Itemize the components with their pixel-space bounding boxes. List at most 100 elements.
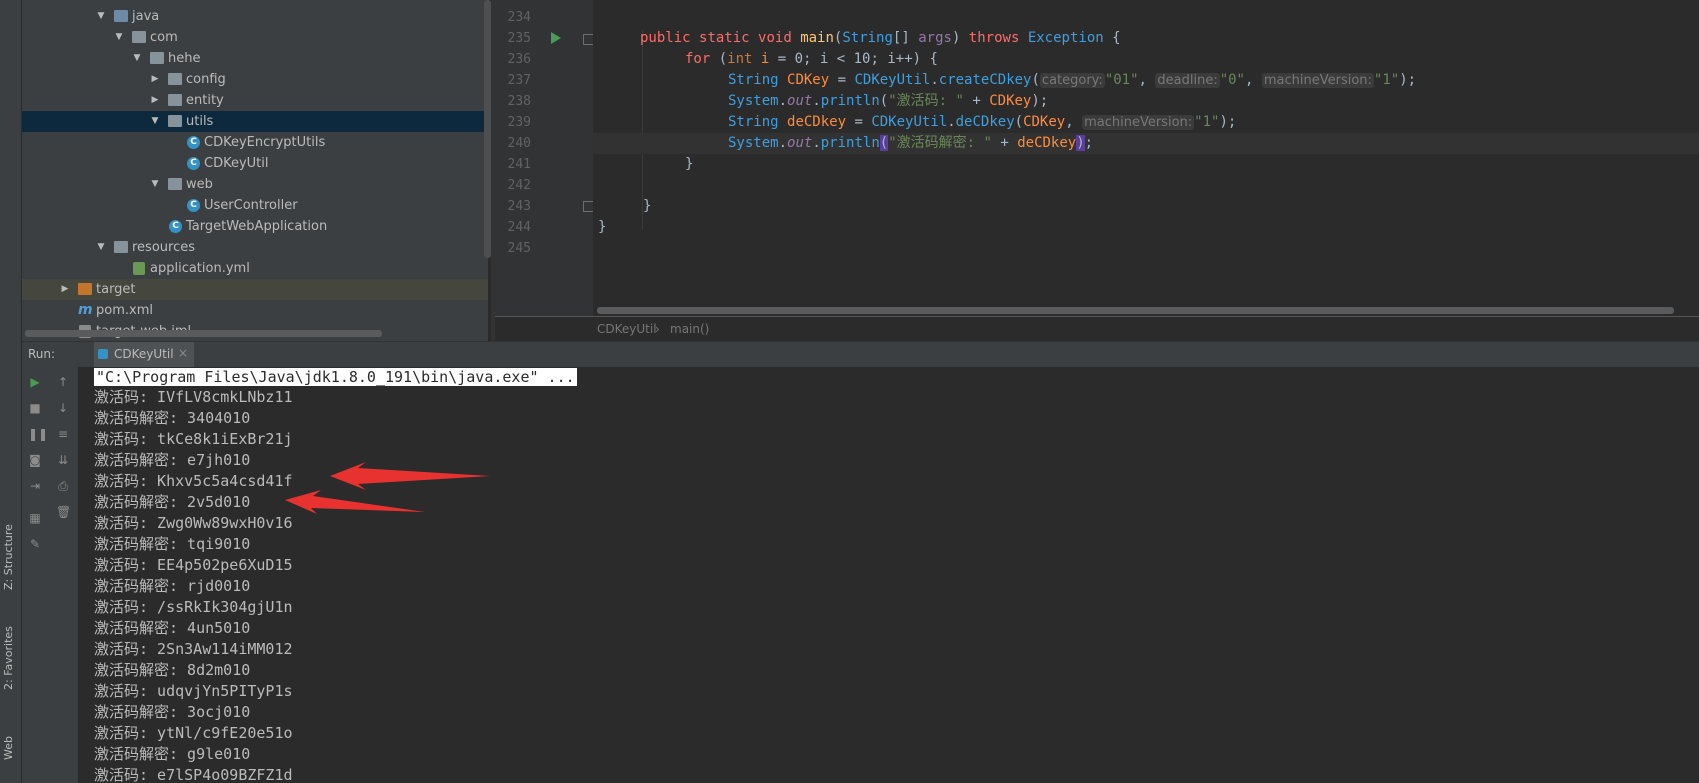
stop-icon[interactable]: ■ — [28, 401, 42, 415]
tree-item-hehe[interactable]: ▼ hehe — [22, 48, 488, 69]
folder-icon — [114, 10, 128, 22]
excluded-folder-icon — [78, 283, 92, 295]
pause-icon[interactable]: ❚❚ — [28, 427, 48, 441]
package-icon — [168, 115, 182, 127]
console-line: 激活码: tkCe8k1iExBr21j — [94, 430, 293, 448]
tree-item-pom-xml[interactable]: m pom.xml — [22, 300, 488, 321]
tree-item-resources[interactable]: ▼ resources — [22, 237, 488, 258]
line-number: 240 — [507, 136, 531, 151]
layout-icon[interactable]: ▦ — [28, 511, 42, 525]
class-icon — [187, 195, 200, 216]
collapse-arrow-icon[interactable]: ▶ — [149, 69, 161, 90]
collapse-arrow-icon[interactable]: ▶ — [149, 90, 161, 111]
trash-icon[interactable]: 🗑 — [56, 505, 71, 519]
line-number: 244 — [507, 220, 531, 235]
collapse-arrow-icon[interactable]: ▶ — [59, 279, 71, 300]
expand-arrow-icon[interactable]: ▼ — [149, 111, 161, 132]
expand-arrow-icon[interactable]: ▼ — [95, 237, 107, 258]
tree-item-config[interactable]: ▶ config — [22, 69, 488, 90]
console-line: 激活码解密: 8d2m010 — [94, 661, 251, 679]
run-tool-window-header: Run: CDKeyUtil × — [22, 341, 1699, 368]
scroll-up-icon[interactable]: ↑ — [56, 375, 70, 389]
breadcrumb-item[interactable]: main() — [670, 322, 709, 336]
code-line-244: } — [598, 219, 607, 235]
line-number: 237 — [507, 73, 531, 88]
code-line-238: System.out.println("激活码: " + CDKey); — [728, 93, 1049, 109]
console-line: 激活码解密: e7jh010 — [94, 451, 251, 469]
spring-boot-class-icon — [169, 216, 182, 237]
console-line: 激活码: 2Sn3Aw114iMM012 — [94, 640, 293, 658]
breadcrumb-separator: › — [655, 322, 660, 336]
print-icon[interactable]: ⎙ — [56, 479, 70, 493]
console-output[interactable]: "C:\Program Files\Java\jdk1.8.0_191\bin\… — [78, 367, 1699, 783]
code-line-237: String CDKey = CDKeyUtil.createCDkey(cat… — [728, 72, 1417, 88]
code-editor[interactable]: public static void main(String[] args) t… — [593, 0, 1699, 316]
annotation-arrow-icon — [285, 490, 425, 514]
expand-arrow-icon[interactable]: ▼ — [95, 6, 107, 27]
project-tree: ▼ java ▼ com ▼ hehe ▶ config ▶ entity ▼ … — [22, 0, 488, 341]
package-icon — [168, 94, 182, 106]
console-line: 激活码: IVfLV8cmkLNbz11 — [94, 388, 293, 406]
console-line: 激活码解密: 3ocj010 — [94, 703, 251, 721]
tree-item-entity[interactable]: ▶ entity — [22, 90, 488, 111]
web-tab[interactable]: Web — [2, 736, 15, 760]
console-line: 激活码解密: 3404010 — [94, 409, 251, 427]
line-number: 236 — [507, 52, 531, 67]
code-line-243: } — [643, 198, 652, 214]
scroll-down-icon[interactable]: ↓ — [56, 401, 70, 415]
class-icon — [187, 153, 200, 174]
tab-cdkeyutil[interactable]: CDKeyUtil × — [94, 342, 194, 367]
tree-item-cdkeyencryptutils[interactable]: CDKeyEncryptUtils — [22, 132, 488, 153]
dump-threads-icon[interactable]: ◙ — [28, 453, 42, 467]
console-line: 激活码解密: rjd0010 — [94, 577, 251, 595]
editor-horizontal-scrollbar[interactable] — [597, 307, 1674, 314]
scroll-to-end-icon[interactable]: ⇊ — [56, 453, 70, 467]
line-number: 238 — [507, 94, 531, 109]
resources-folder-icon — [114, 241, 128, 253]
console-line: 激活码: Zwg0Ww89wxH0v16 — [94, 514, 293, 532]
expand-arrow-icon[interactable]: ▼ — [149, 174, 161, 195]
package-icon — [132, 31, 146, 43]
line-number: 241 — [507, 157, 531, 172]
rerun-icon[interactable]: ▶ — [28, 375, 42, 389]
tree-item-java[interactable]: ▼ java — [22, 6, 488, 27]
favorites-tab[interactable]: 2: Favorites — [2, 626, 15, 690]
console-line: 激活码解密: 4un5010 — [94, 619, 251, 637]
console-line: 激活码解密: g9le010 — [94, 745, 251, 763]
tree-item-application-yml[interactable]: application.yml — [22, 258, 488, 279]
run-label: Run: — [28, 347, 56, 361]
run-gutter-icon[interactable] — [551, 32, 561, 44]
breadcrumb: CDKeyUtil › main() — [495, 316, 1699, 342]
tree-vertical-scrollbar[interactable] — [484, 0, 491, 258]
code-line-236: for (int i = 0; i < 10; i++) { — [685, 51, 938, 67]
close-icon[interactable]: × — [178, 346, 188, 360]
code-line-240: System.out.println("激活码解密: " + deCDkey); — [593, 133, 1699, 154]
yaml-file-icon — [133, 262, 145, 275]
tree-item-com[interactable]: ▼ com — [22, 27, 488, 48]
tree-horizontal-scrollbar[interactable] — [25, 330, 382, 337]
console-line: 激活码: udqvjYn5PITyP1s — [94, 682, 293, 700]
pin-icon[interactable]: ✎ — [28, 537, 42, 551]
line-number: 239 — [507, 115, 531, 130]
structure-tab[interactable]: Z: Structure — [2, 524, 15, 590]
expand-arrow-icon[interactable]: ▼ — [131, 48, 143, 69]
exit-icon[interactable]: ⇥ — [28, 479, 42, 493]
tree-item-target[interactable]: ▶ target — [22, 279, 488, 300]
line-number: 245 — [507, 241, 531, 256]
soft-wrap-icon[interactable]: ≡ — [56, 427, 70, 441]
tree-item-usercontroller[interactable]: UserController — [22, 195, 488, 216]
tree-item-targetwebapplication[interactable]: TargetWebApplication — [22, 216, 488, 237]
code-line-239: String deCDkey = CDKeyUtil.deCDkey(CDKey… — [728, 114, 1237, 130]
package-icon — [150, 52, 164, 64]
package-icon — [168, 73, 182, 85]
tree-item-cdkeyutil[interactable]: CDKeyUtil — [22, 153, 488, 174]
tree-item-web[interactable]: ▼ web — [22, 174, 488, 195]
tree-item-utils[interactable]: ▼ utils — [22, 111, 488, 132]
breadcrumb-item[interactable]: CDKeyUtil — [597, 322, 657, 336]
line-number: 243 — [507, 199, 531, 214]
run-toolbar: ▶ ↑ ■ ↓ ❚❚ ≡ ◙ ⇊ ⇥ ⎙ 🗑 ▦ ✎ — [22, 367, 78, 783]
maven-icon: m — [78, 302, 93, 318]
expand-arrow-icon[interactable]: ▼ — [113, 27, 125, 48]
console-line: 激活码: EE4p502pe6XuD15 — [94, 556, 293, 574]
left-tool-strip: Z: Structure 2: Favorites Web — [0, 0, 22, 783]
